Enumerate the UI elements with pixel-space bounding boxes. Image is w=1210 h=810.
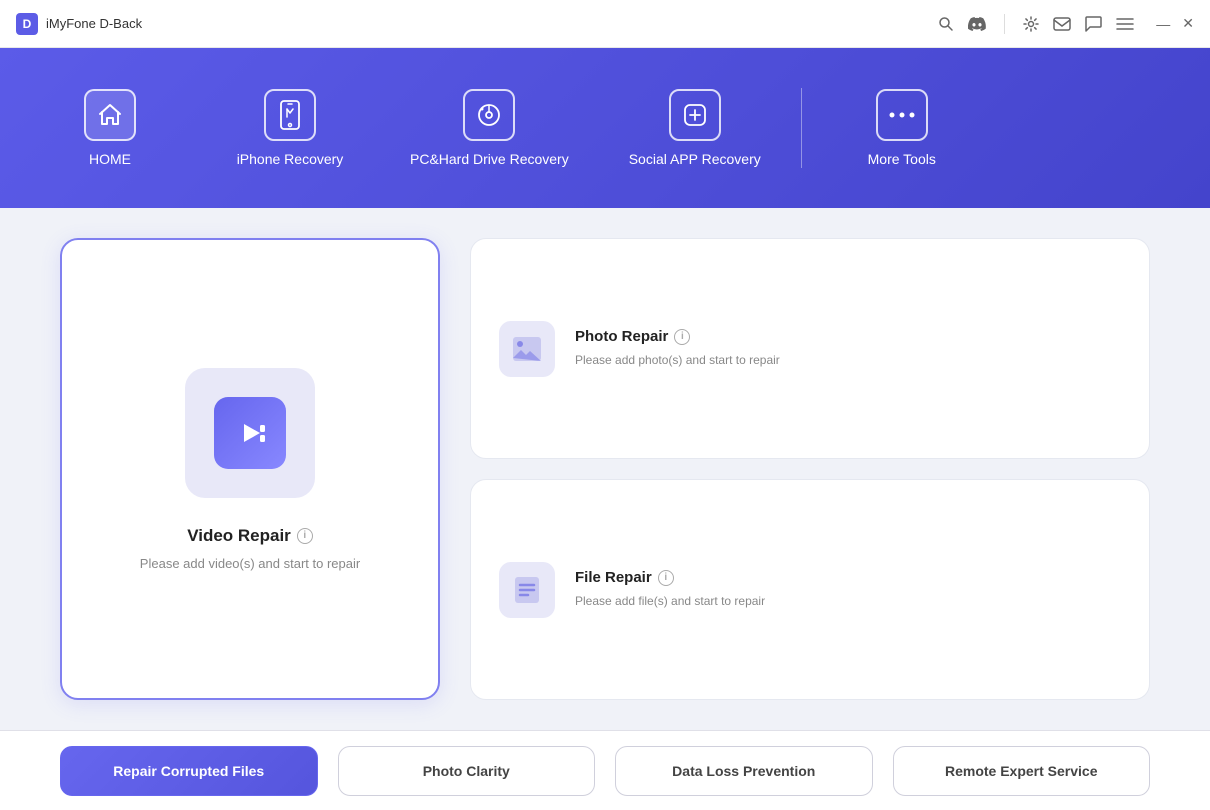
video-repair-card[interactable]: Video Repair i Please add video(s) and s… [60, 238, 440, 700]
cards-row: Video Repair i Please add video(s) and s… [60, 238, 1150, 700]
photo-repair-info-icon[interactable]: i [674, 329, 690, 345]
nav-iphone[interactable]: iPhone Recovery [200, 48, 380, 208]
titlebar-icons: — ✕ [938, 14, 1194, 34]
photo-repair-title: Photo Repair i [575, 328, 780, 345]
app-logo: D iMyFone D-Back [16, 13, 938, 35]
video-repair-desc: Please add video(s) and start to repair [140, 556, 360, 571]
window-controls: — ✕ [1156, 15, 1194, 32]
photo-clarity-button[interactable]: Photo Clarity [338, 746, 596, 796]
pchd-icon-wrap [463, 89, 515, 141]
nav-social[interactable]: Social APP Recovery [599, 48, 791, 208]
settings-icon[interactable] [1023, 16, 1039, 32]
nav-home-label: HOME [89, 151, 131, 167]
cards-right: Photo Repair i Please add photo(s) and s… [470, 238, 1150, 700]
remote-expert-button[interactable]: Remote Expert Service [893, 746, 1151, 796]
photo-repair-desc: Please add photo(s) and start to repair [575, 351, 780, 369]
repair-corrupted-button[interactable]: Repair Corrupted Files [60, 746, 318, 796]
file-repair-content: File Repair i Please add file(s) and sta… [575, 569, 765, 610]
photo-repair-icon [499, 321, 555, 377]
video-play-icon [214, 397, 286, 469]
file-repair-icon [499, 562, 555, 618]
nav-pchd-label: PC&Hard Drive Recovery [410, 151, 569, 167]
mail-icon[interactable] [1053, 17, 1071, 31]
bottom-toolbar: Repair Corrupted Files Photo Clarity Dat… [0, 730, 1210, 810]
photo-repair-content: Photo Repair i Please add photo(s) and s… [575, 328, 780, 369]
search-icon[interactable] [938, 16, 954, 32]
nav-pchd[interactable]: PC&Hard Drive Recovery [380, 48, 599, 208]
nav-iphone-label: iPhone Recovery [237, 151, 344, 167]
home-icon-wrap [84, 89, 136, 141]
minimize-button[interactable]: — [1156, 16, 1170, 32]
file-repair-info-icon[interactable]: i [658, 570, 674, 586]
menu-icon[interactable] [1116, 17, 1134, 31]
file-repair-title: File Repair i [575, 569, 765, 586]
nav-home[interactable]: HOME [20, 48, 200, 208]
file-repair-card[interactable]: File Repair i Please add file(s) and sta… [470, 479, 1150, 700]
nav-more[interactable]: More Tools [812, 48, 992, 208]
social-icon-wrap [669, 89, 721, 141]
chat-icon[interactable] [1085, 16, 1102, 32]
data-loss-button[interactable]: Data Loss Prevention [615, 746, 873, 796]
app-name: iMyFone D-Back [46, 16, 142, 31]
video-repair-title: Video Repair i [187, 526, 313, 546]
nav-divider [801, 88, 802, 168]
main-content: Video Repair i Please add video(s) and s… [0, 208, 1210, 730]
more-icon-wrap [876, 89, 928, 141]
nav-more-label: More Tools [868, 151, 936, 167]
titlebar: D iMyFone D-Back [0, 0, 1210, 48]
discord-icon[interactable] [968, 17, 986, 31]
photo-repair-card[interactable]: Photo Repair i Please add photo(s) and s… [470, 238, 1150, 459]
iphone-icon-wrap [264, 89, 316, 141]
video-repair-info-icon[interactable]: i [297, 528, 313, 544]
video-repair-icon-wrap [185, 368, 315, 498]
file-repair-desc: Please add file(s) and start to repair [575, 592, 765, 610]
navbar: HOME iPhone Recovery PC&Hard Drive Recov… [0, 48, 1210, 208]
sep [1004, 14, 1005, 34]
logo-icon: D [16, 13, 38, 35]
nav-social-label: Social APP Recovery [629, 151, 761, 167]
close-button[interactable]: ✕ [1182, 15, 1194, 32]
